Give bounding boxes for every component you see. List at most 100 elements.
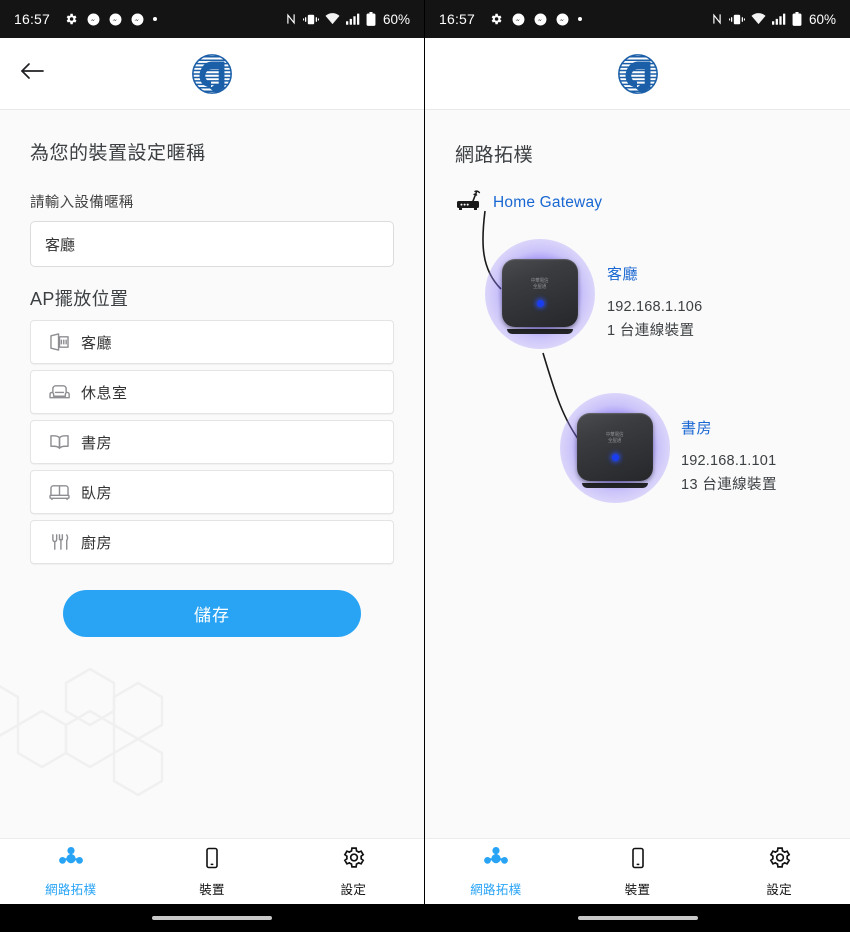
save-button[interactable]: 儲存 [63,590,361,637]
nav-item-topology[interactable]: 網路拓樸 [0,839,141,904]
ap-option-lounge[interactable]: 休息室 [30,370,394,414]
nav-label: 網路拓樸 [470,882,522,897]
ap-option-living-room[interactable]: 客廳 [30,320,394,364]
dot-icon [153,17,158,21]
hexagon-watermark [0,655,220,810]
ap-location-list: 客廳 休息室 書房 臥房 廚房 [30,320,394,564]
cutlery-icon [47,531,71,553]
wifi-icon [325,13,340,25]
armchair-icon [47,381,71,403]
chunghwa-telecom-logo-icon [617,53,658,94]
vibrate-icon [302,13,319,26]
status-bar-notification-icons [64,12,158,26]
messenger-icon [512,13,525,26]
gear-icon [489,12,503,26]
gear-icon [341,845,366,875]
ap-option-label: 休息室 [81,384,128,402]
book-icon [47,431,71,453]
ap-option-label: 臥房 [81,484,113,502]
nav-label: 設定 [340,883,367,897]
mesh-device-icon[interactable]: 中華電信 全屋通 [502,259,578,327]
phone-icon [626,846,650,875]
node-connected-count: 1 台連線裝置 [607,323,695,339]
page-title: 為您的裝置設定暱稱 [30,143,206,164]
status-bar: 16:57 60% [0,0,424,38]
ap-option-bedroom[interactable]: 臥房 [30,470,394,514]
status-bar-clock: 16:57 [14,11,51,27]
ap-option-study[interactable]: 書房 [30,420,394,464]
status-bar-notification-icons [489,12,583,26]
gateway-label[interactable]: Home Gateway [493,194,602,212]
nav-item-devices[interactable]: 裝置 [141,839,282,904]
messenger-icon [87,13,100,26]
ap-option-kitchen[interactable]: 廚房 [30,520,394,564]
nav-item-settings[interactable]: 設定 [283,839,424,904]
nav-item-settings[interactable]: 設定 [708,839,850,904]
gear-icon [64,12,78,26]
ap-option-label: 書房 [81,434,113,452]
mesh-device-icon[interactable]: 中華電信 全屋通 [577,413,653,481]
node-name[interactable]: 客廳 [607,263,702,284]
ap-location-section-title: AP擺放位置 [30,289,129,309]
node-ip-address: 192.168.1.101 [681,453,777,469]
node-ip-address: 192.168.1.106 [607,299,703,315]
nav-label: 網路拓樸 [45,882,97,897]
topology-node[interactable]: 中華電信 全屋通 [485,239,595,349]
messenger-icon [109,13,122,26]
topology-icon [483,846,509,875]
home-gesture-pill[interactable] [577,916,698,920]
back-button[interactable] [6,48,58,100]
setup-form: 為您的裝置設定暱稱 請輸入設備暱稱 AP擺放位置 客廳 [0,110,424,637]
signal-icon [345,13,360,25]
bed-icon [47,481,71,503]
gateway-node[interactable]: Home Gateway [455,187,602,218]
status-bar-clock: 16:57 [439,11,476,27]
bottom-navigation-bar: 網路拓樸 裝置 設定 [0,838,424,904]
device-led-indicator [611,454,619,462]
nav-item-devices[interactable]: 裝置 [567,839,709,904]
nav-label: 裝置 [199,882,225,897]
page-title: 網路拓樸 [455,145,534,166]
battery-icon [366,12,376,26]
node-name[interactable]: 書房 [681,417,777,438]
status-bar-system-icons: 60% [711,12,836,27]
gesture-navigation-bar [425,904,850,932]
node-info: 書房 192.168.1.101 13 台連線裝置 [681,417,777,494]
status-bar: 16:57 60% [425,0,850,38]
device-base [507,329,573,334]
device-led-indicator [536,300,544,308]
gear-icon [767,845,792,875]
ap-option-label: 廚房 [81,534,113,552]
right-content: 網路拓樸 Home Gateway 中華電信 全屋通 客廳 192.168.1.… [425,110,850,838]
device-brand-label: 中華電信 全屋通 [606,431,624,444]
home-gesture-pill[interactable] [152,916,272,920]
battery-icon [792,12,802,26]
ap-option-label: 客廳 [81,334,113,352]
app-header [425,38,850,110]
wifi-icon [751,13,766,25]
right-phone-screen: 16:57 60% 網路拓樸 Home Gateway 中華電信 全屋通 客廳 … [425,0,850,932]
gesture-navigation-bar [0,904,424,932]
topology-node[interactable]: 中華電信 全屋通 [560,393,670,503]
chunghwa-telecom-logo-icon [192,53,232,94]
phone-icon [200,846,224,875]
dual-screenshot-container: 16:57 60% 為您的裝置設定暱稱 請輸入設備暱稱 客廳 AP擺放位置 客廳… [0,0,850,932]
battery-percent-label: 60% [808,11,836,27]
node-info: 客廳 192.168.1.106 1 台連線裝置 [607,263,702,340]
nav-label: 裝置 [624,882,651,897]
nav-label: 設定 [766,883,792,897]
router-icon [455,187,485,218]
living-room-icon [47,331,71,353]
left-phone-screen: 16:57 60% 為您的裝置設定暱稱 請輸入設備暱稱 客廳 AP擺放位置 客廳… [0,0,425,932]
bottom-navigation-bar: 網路拓樸 裝置 設定 [425,838,850,904]
topology-canvas: Home Gateway 中華電信 全屋通 客廳 192.168.1.106 1… [455,181,820,601]
messenger-icon [534,13,547,26]
nfc-icon [711,12,723,26]
battery-percent-label: 60% [382,11,410,27]
topology-icon [58,846,84,875]
nickname-input[interactable] [30,221,394,267]
nav-item-topology[interactable]: 網路拓樸 [425,839,567,904]
device-base [582,483,648,488]
topology-view: 網路拓樸 Home Gateway 中華電信 全屋通 客廳 192.168.1.… [425,110,850,601]
brand-logo [0,38,424,109]
